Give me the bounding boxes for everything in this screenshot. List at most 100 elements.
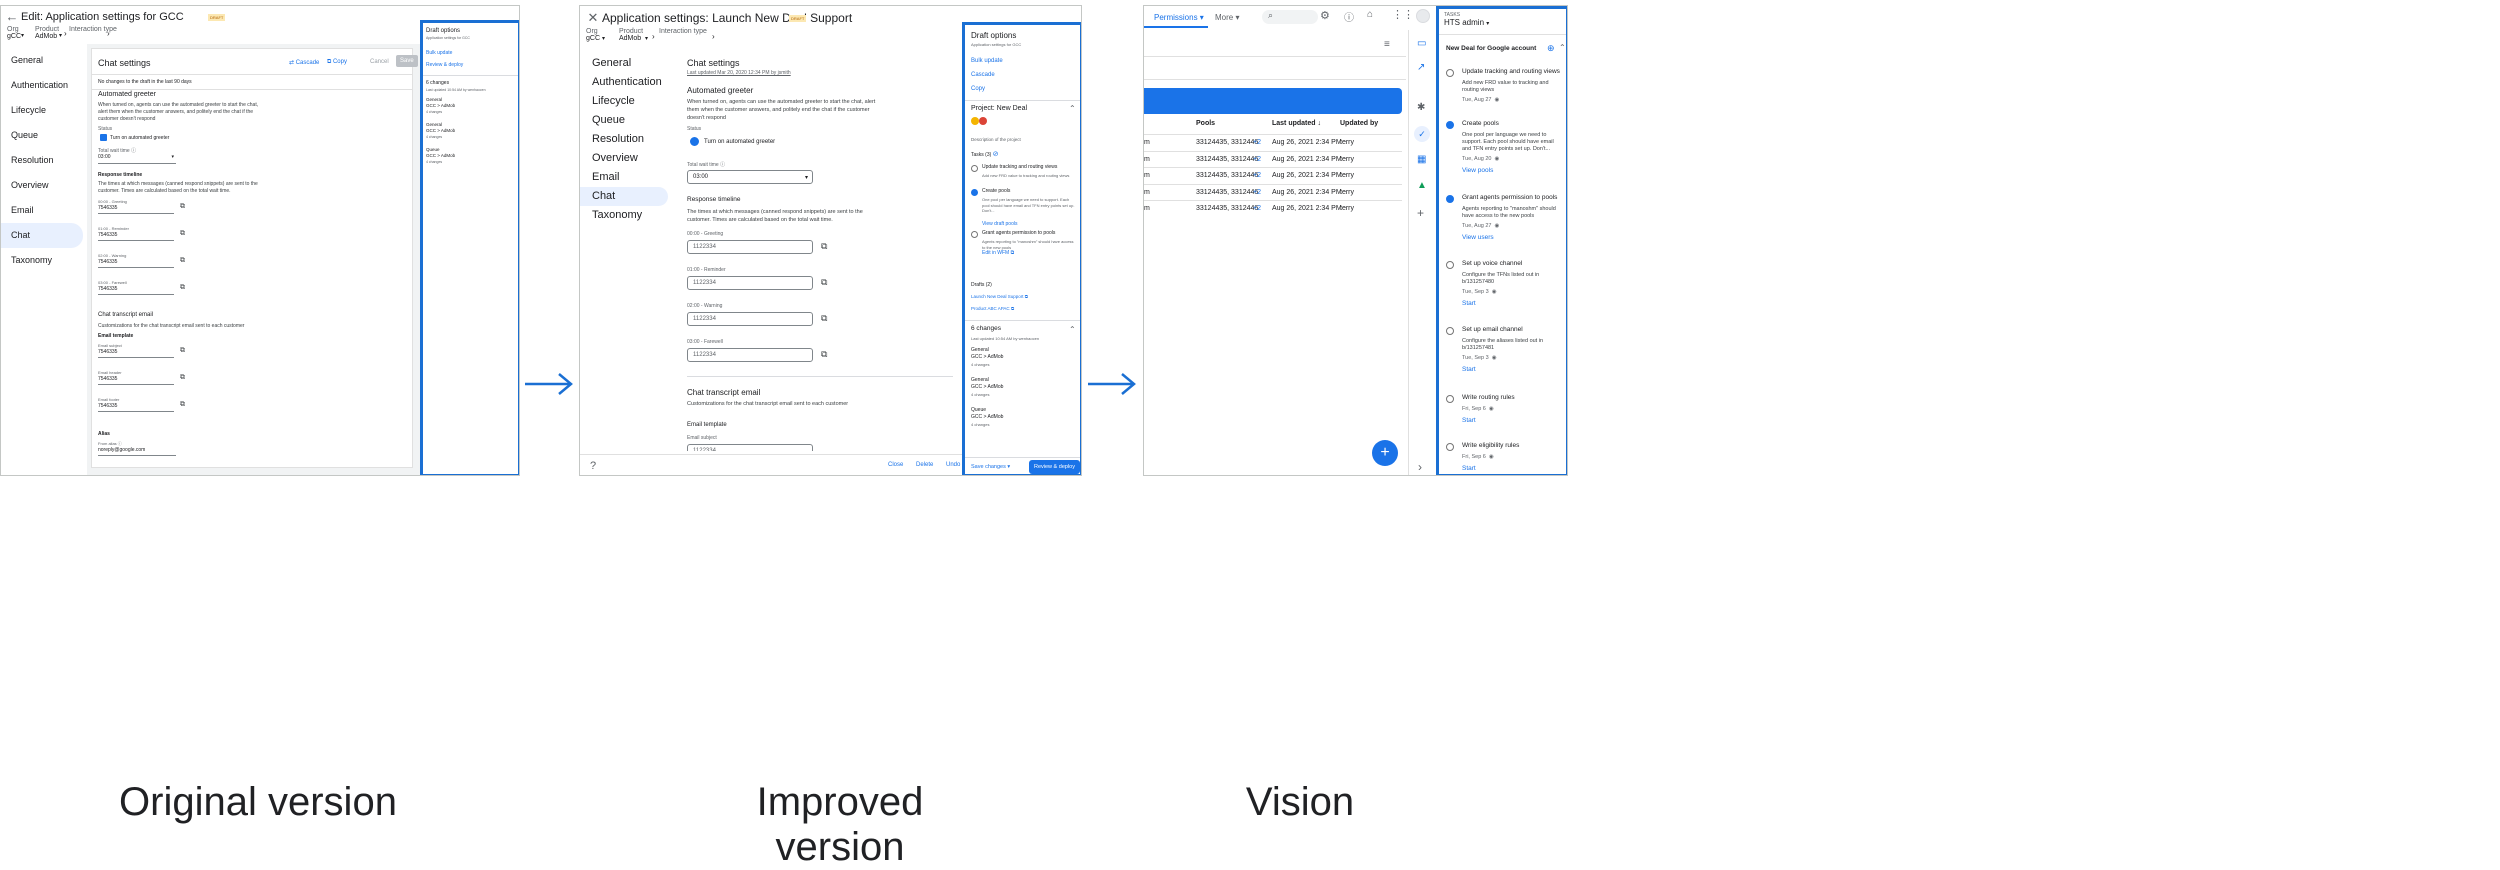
greeter-radio[interactable] [690,137,699,146]
nav-item-resolution[interactable]: Resolution [1,148,87,173]
open-in-new-icon[interactable]: ⧉ [821,349,827,360]
open-in-new-icon[interactable]: ⧉ [180,401,185,409]
timeline-item-field[interactable]: 1122334 [687,312,813,326]
nav-item-email[interactable]: Email [1,198,87,223]
open-in-new-icon[interactable]: ⧉ [180,203,185,211]
nav-item-taxonomy[interactable]: Taxonomy [580,206,675,225]
cell-pools-more[interactable]: +2 [1253,172,1261,179]
interaction-type-label[interactable]: Interaction type [69,26,119,33]
trending-icon[interactable]: ↗ [1417,62,1425,73]
dropdown-icon[interactable]: ▾ [21,32,24,39]
dropdown-icon[interactable]: ▾ [645,35,648,42]
help-icon: ⓘ [720,162,726,168]
transcript-field-input[interactable]: 7546335 [98,376,174,385]
tab-permissions[interactable]: Permissions ▾ [1154,13,1204,22]
save-button[interactable]: Save [396,55,418,67]
open-in-new-icon[interactable]: ⧉ [821,313,827,324]
product-select[interactable]: AdMob [35,33,75,40]
cascade-button[interactable]: ⇄ Cascade [289,59,319,66]
open-in-new-icon[interactable]: ⧉ [180,374,185,382]
cell-pools-more[interactable]: +2 [1253,139,1261,146]
open-in-new-icon[interactable]: ⧉ [180,347,185,355]
nav-item-queue[interactable]: Queue [1,123,87,148]
tasks-icon[interactable]: ✓ [1414,126,1430,142]
apps-icon[interactable]: ⋮⋮ [1392,8,1414,21]
no-changes-banner: No changes to the draft in the last 90 d… [92,74,412,90]
cell-pools-more[interactable]: +2 [1253,156,1261,163]
timeline-item-field[interactable]: 1122334 [687,348,813,362]
timeline-item-field[interactable]: 1122334 [687,276,813,290]
transcript-field-input[interactable]: 7546335 [98,349,174,358]
table-row[interactable]: m 33124435, 3312446 +2 Aug 26, 2021 2:34 PM… [1144,167,1402,183]
gear-icon[interactable]: ⚙ [1320,9,1330,22]
drive-icon[interactable]: ▲ [1417,180,1427,191]
nav-item-lifecycle[interactable]: Lifecycle [1,98,87,123]
nav-item-overview[interactable]: Overview [580,149,675,168]
table-row[interactable]: m 33124435, 3312446 +2 Aug 26, 2021 2:34 PM… [1144,200,1402,216]
nav-item-chat[interactable]: Chat [580,187,668,206]
nav-item-general[interactable]: General [580,54,675,73]
close-button[interactable]: Close [888,462,903,468]
dropdown-icon[interactable]: ▾ [59,32,62,39]
nav-item-authentication[interactable]: Authentication [1,73,87,98]
cell-pools-more[interactable]: +2 [1253,205,1261,212]
subject-field[interactable]: 1122334 [687,444,813,451]
bug-icon[interactable]: ✱ [1417,102,1425,113]
interaction-type-label[interactable]: Interaction type [659,28,709,35]
calendar-icon[interactable]: ▦ [1417,154,1426,165]
column-header-by[interactable]: Updated by [1340,120,1378,127]
timeline-item-field[interactable]: 1122334 [687,240,813,254]
nav-item-queue[interactable]: Queue [580,111,675,130]
data-table: Pools Last updated ↓ Updated by m 3312443… [1144,116,1402,224]
nav-item-general[interactable]: General [1,48,87,73]
copy-button[interactable]: ⧉ Copy [327,59,347,66]
filter-icon[interactable]: ≡ [1384,39,1390,50]
cancel-button[interactable]: Cancel [370,59,389,65]
nav-item-overview[interactable]: Overview [1,173,87,198]
search-input[interactable]: ⌕ [1262,10,1318,24]
greeter-checkbox[interactable] [100,134,107,141]
wait-time-select[interactable]: 03:00 ▾ [687,170,813,184]
column-header-updated[interactable]: Last updated ↓ [1272,120,1321,127]
dropdown-icon[interactable]: ▾ [602,35,605,42]
add-icon[interactable]: + [1417,206,1424,220]
timeline-item-field[interactable]: 7546335 [98,205,174,214]
open-in-new-icon[interactable]: ⧉ [180,230,185,238]
open-in-new-icon[interactable]: ⧉ [821,241,827,252]
cell-pools-more[interactable]: +2 [1253,189,1261,196]
table-row[interactable]: m 33124435, 3312446 +2 Aug 26, 2021 2:34 PM… [1144,150,1402,167]
avatar[interactable] [1416,9,1430,23]
alias-field[interactable]: noreply@google.com [98,447,176,456]
timeline-item-field[interactable]: 7546335 [98,259,174,268]
nav-item-resolution[interactable]: Resolution [580,130,675,149]
delete-button[interactable]: Delete [916,462,933,468]
close-icon[interactable]: ✕ [585,10,601,26]
org-select[interactable]: gCC [586,35,616,42]
column-header-pools[interactable]: Pools [1196,120,1215,127]
open-in-new-icon[interactable]: ⧉ [180,257,185,265]
nav-item-email[interactable]: Email [580,168,675,187]
timeline-item: 01:00 - Reminder 1122334 ⧉ [687,267,847,299]
school-icon[interactable]: ⌂ [1367,9,1373,20]
undo-button[interactable]: Undo [946,462,960,468]
nav-item-taxonomy[interactable]: Taxonomy [1,248,87,273]
feedback-icon[interactable]: ▭ [1417,38,1426,49]
nav-item-lifecycle[interactable]: Lifecycle [580,92,675,111]
help-icon[interactable]: ⓘ [1344,9,1354,24]
nav-item-chat[interactable]: Chat [1,223,83,248]
content-area: Chat settings ⇄ Cascade ⧉ Copy Cancel Sa… [87,44,420,475]
back-arrow-icon[interactable]: ← [4,9,20,25]
timeline-item-field[interactable]: 7546335 [98,286,174,295]
help-icon[interactable]: ? [585,458,601,474]
wait-time-select[interactable]: 03:00 ▾ [98,154,176,164]
transcript-field-input[interactable]: 7546335 [98,403,174,412]
timeline-item-field[interactable]: 7546335 [98,232,174,241]
open-in-new-icon[interactable]: ⧉ [821,277,827,288]
table-row[interactable]: m 33124435, 3312446 +2 Aug 26, 2021 2:34 PM… [1144,183,1402,200]
nav-item-authentication[interactable]: Authentication [580,73,675,92]
tab-more[interactable]: More ▾ [1215,13,1239,22]
table-row[interactable]: m 33124435, 3312446 +2 Aug 26, 2021 2:34 PM… [1144,134,1402,150]
chevron-right-icon[interactable]: › [1418,460,1422,474]
open-in-new-icon[interactable]: ⧉ [180,284,185,292]
add-fab[interactable]: + [1372,440,1398,466]
